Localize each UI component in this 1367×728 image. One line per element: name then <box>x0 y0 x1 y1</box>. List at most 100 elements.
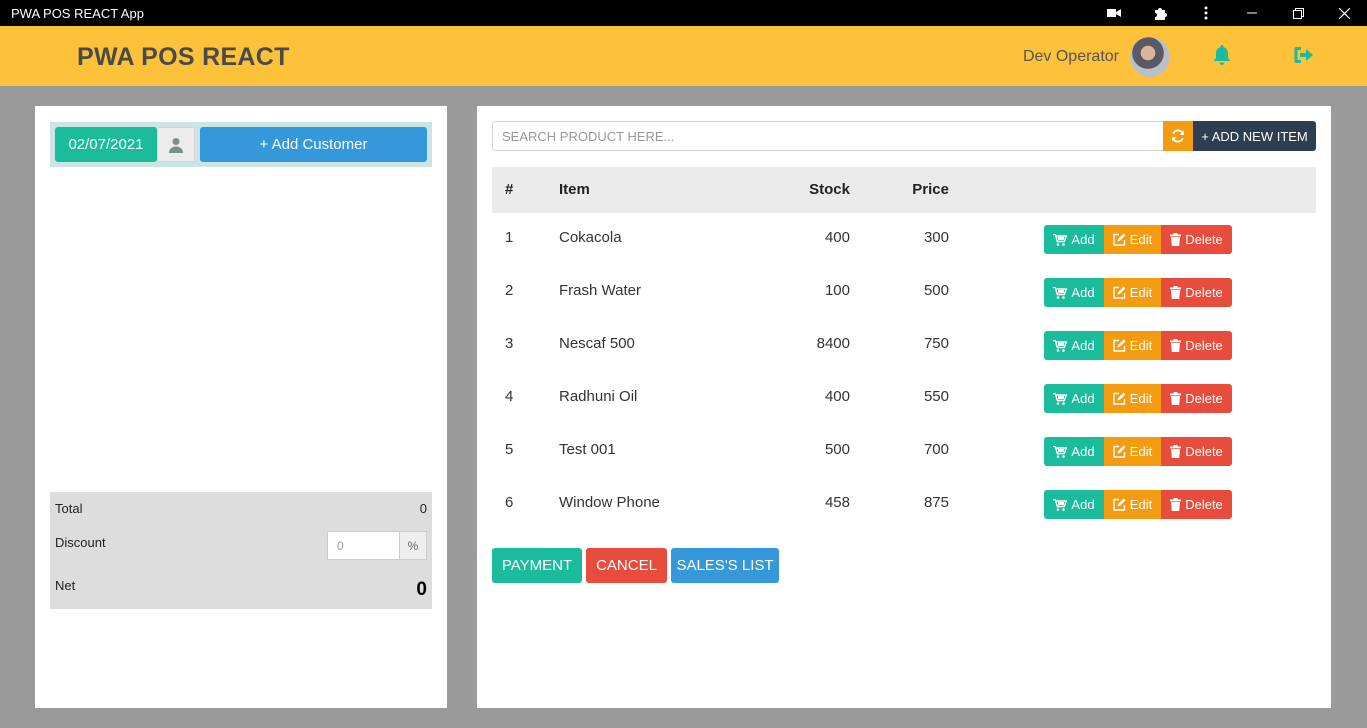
edit-button[interactable]: Edit <box>1104 437 1161 466</box>
add-to-cart-button[interactable]: Add <box>1044 437 1104 466</box>
row-number: 3 <box>505 335 514 352</box>
net-label: Net <box>55 578 76 593</box>
delete-button[interactable]: Delete <box>1161 278 1232 307</box>
column-header: Stock <box>809 181 850 198</box>
add-label: Add <box>1071 232 1095 247</box>
discount-input[interactable]: 0 <box>327 531 400 560</box>
cart-panel: 02/07/2021 + Add Customer Total 0 Discou… <box>35 106 447 708</box>
trash-icon <box>1170 286 1182 299</box>
edit-label: Edit <box>1129 232 1153 247</box>
delete-button[interactable]: Delete <box>1161 490 1232 519</box>
edit-icon <box>1113 339 1126 352</box>
refresh-icon[interactable] <box>1163 121 1193 151</box>
row-actions: Add Edit Delete <box>1044 384 1232 413</box>
delete-button[interactable]: Delete <box>1161 331 1232 360</box>
table-row: 1 Cokacola 400 300 Add Edit Delete <box>492 213 1316 266</box>
cart-icon <box>1053 339 1068 352</box>
delete-label: Delete <box>1185 232 1223 247</box>
row-actions: Add Edit Delete <box>1044 278 1232 307</box>
row-price: 500 <box>923 282 949 299</box>
puzzle-icon[interactable] <box>1137 0 1183 26</box>
bell-icon[interactable] <box>1212 44 1232 68</box>
logout-icon[interactable] <box>1293 45 1315 67</box>
delete-button[interactable]: Delete <box>1161 437 1232 466</box>
trash-icon <box>1170 339 1182 352</box>
edit-icon <box>1113 286 1126 299</box>
edit-label: Edit <box>1129 391 1153 406</box>
column-header: Price <box>912 181 949 198</box>
sales-list-button[interactable]: SALES'S LIST <box>671 548 779 583</box>
edit-label: Edit <box>1129 285 1153 300</box>
minimize-icon[interactable] <box>1229 0 1275 26</box>
row-actions: Add Edit Delete <box>1044 490 1232 519</box>
cart-icon <box>1053 498 1068 511</box>
cart-summary: Total 0 Discount 0 % Net 0 <box>50 492 432 609</box>
table-header: # Item Stock Price <box>492 167 1316 213</box>
add-customer-button[interactable]: + Add Customer <box>200 127 427 162</box>
cart-icon <box>1053 233 1068 246</box>
edit-button[interactable]: Edit <box>1104 331 1161 360</box>
add-to-cart-button[interactable]: Add <box>1044 278 1104 307</box>
column-header: # <box>505 181 514 198</box>
add-to-cart-button[interactable]: Add <box>1044 384 1104 413</box>
restore-icon[interactable] <box>1275 0 1321 26</box>
edit-button[interactable]: Edit <box>1104 225 1161 254</box>
row-item-name: Frash Water <box>559 282 641 299</box>
add-label: Add <box>1071 391 1095 406</box>
row-stock: 458 <box>824 494 850 511</box>
row-stock: 100 <box>824 282 850 299</box>
edit-button[interactable]: Edit <box>1104 490 1161 519</box>
row-item-name: Radhuni Oil <box>559 388 638 405</box>
add-label: Add <box>1071 497 1095 512</box>
kebab-menu-icon[interactable] <box>1183 0 1229 26</box>
column-header: Item <box>559 181 590 198</box>
row-item-name: Nescaf 500 <box>559 335 635 352</box>
add-new-item-button[interactable]: + ADD NEW ITEM <box>1193 121 1316 151</box>
brand-title: PWA POS REACT <box>77 43 290 71</box>
trash-icon <box>1170 233 1182 246</box>
row-price: 700 <box>923 441 949 458</box>
delete-label: Delete <box>1185 285 1223 300</box>
window-titlebar: PWA POS REACT App <box>0 0 1367 26</box>
total-value: 0 <box>419 501 427 516</box>
camera-icon[interactable] <box>1091 0 1137 26</box>
row-stock: 400 <box>824 388 850 405</box>
delete-label: Delete <box>1185 444 1223 459</box>
row-price: 875 <box>923 494 949 511</box>
date-button[interactable]: 02/07/2021 <box>55 127 157 162</box>
products-panel: SEARCH PRODUCT HERE... + ADD NEW ITEM # … <box>477 106 1331 708</box>
row-actions: Add Edit Delete <box>1044 437 1232 466</box>
row-stock: 8400 <box>816 335 850 352</box>
close-icon[interactable] <box>1321 0 1367 26</box>
add-to-cart-button[interactable]: Add <box>1044 331 1104 360</box>
add-label: Add <box>1071 285 1095 300</box>
add-label: Add <box>1071 338 1095 353</box>
search-input[interactable]: SEARCH PRODUCT HERE... <box>492 121 1164 151</box>
edit-icon <box>1113 233 1126 246</box>
delete-button[interactable]: Delete <box>1161 225 1232 254</box>
delete-button[interactable]: Delete <box>1161 384 1232 413</box>
table-row: 2 Frash Water 100 500 Add Edit Delete <box>492 266 1316 319</box>
row-item-name: Window Phone <box>559 494 660 511</box>
row-price: 300 <box>923 229 949 246</box>
edit-button[interactable]: Edit <box>1104 384 1161 413</box>
discount-unit: % <box>399 531 427 560</box>
add-label: Add <box>1071 444 1095 459</box>
avatar[interactable] <box>1130 37 1170 77</box>
edit-label: Edit <box>1129 444 1153 459</box>
delete-label: Delete <box>1185 391 1223 406</box>
add-to-cart-button[interactable]: Add <box>1044 225 1104 254</box>
trash-icon <box>1170 392 1182 405</box>
row-number: 1 <box>505 229 514 246</box>
user-icon[interactable] <box>157 127 195 162</box>
edit-label: Edit <box>1129 338 1153 353</box>
cancel-button[interactable]: CANCEL <box>586 548 667 583</box>
row-item-name: Test 001 <box>559 441 616 458</box>
app-header: PWA POS REACT Dev Operator <box>0 26 1367 86</box>
payment-button[interactable]: PAYMENT <box>492 548 582 583</box>
add-to-cart-button[interactable]: Add <box>1044 490 1104 519</box>
window-controls <box>1091 0 1367 26</box>
edit-icon <box>1113 392 1126 405</box>
delete-label: Delete <box>1185 338 1223 353</box>
edit-button[interactable]: Edit <box>1104 278 1161 307</box>
